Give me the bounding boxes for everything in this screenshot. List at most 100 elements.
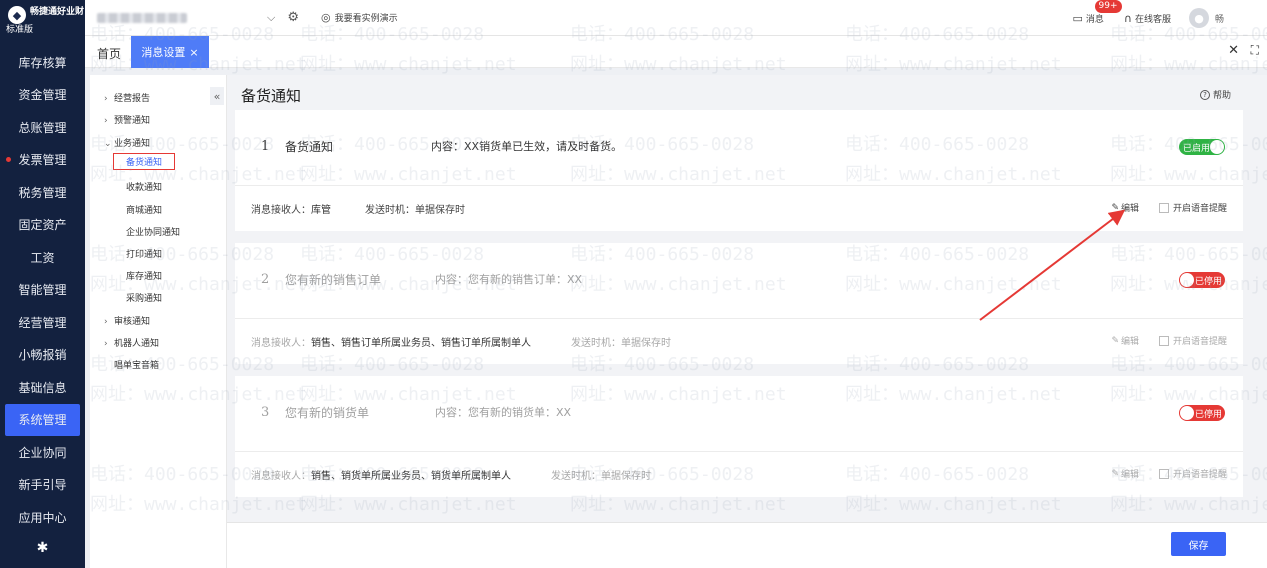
edit-button[interactable]: ✎ 编辑 <box>1111 334 1139 348</box>
notice-number: 1 <box>261 139 270 154</box>
tree-node-label: 业务通知 <box>114 139 151 149</box>
company-name-blurred[interactable] <box>97 12 187 23</box>
sidebar-item-label: 小畅报销 <box>18 348 67 363</box>
edit-button[interactable]: ✎ 编辑 <box>1111 467 1139 481</box>
tree-node-label: 预警通知 <box>114 116 151 126</box>
checkbox-box[interactable] <box>1158 202 1169 213</box>
tree-node-robot[interactable]: › 机器人通知 <box>104 336 159 349</box>
demo-link[interactable]: ◎ 我要看实例演示 <box>321 11 398 24</box>
sidebar-item-fixed-assets[interactable]: 固定资产 <box>0 209 85 242</box>
edit-button[interactable]: ✎ 编辑 <box>1111 201 1139 215</box>
sidebar-item-label: 基础信息 <box>18 380 67 395</box>
sidebar-item-app-center[interactable]: 应用中心 <box>0 501 85 534</box>
page-title: 备货通知 <box>241 87 302 105</box>
help-link[interactable]: ? 帮助 <box>1199 88 1231 101</box>
messages-badge: 99+ <box>1094 0 1122 13</box>
sidebar-item-invoice[interactable]: 发票管理 <box>0 144 85 177</box>
tree-node-print[interactable]: 打印通知 <box>126 247 162 260</box>
sidebar-item-system[interactable]: 系统管理 <box>5 403 80 436</box>
notice-name: 您有新的销货单 <box>285 406 370 420</box>
send-timing: 发送时机：单据保存时 <box>571 334 671 349</box>
tree-node-collab[interactable]: 企业协同通知 <box>126 225 180 238</box>
tree-node-label: 机器人通知 <box>114 339 160 349</box>
tree-node-stock-notice[interactable]: 备货通知 <box>113 153 176 170</box>
tree-node-label: 商城通知 <box>126 206 163 216</box>
receiver-label: 消息接收人： <box>251 205 311 216</box>
checkbox-box[interactable] <box>1158 468 1169 479</box>
sidebar-item-collaboration[interactable]: 企业协同 <box>0 436 85 469</box>
gear-icon[interactable]: ⚙ <box>287 10 299 25</box>
voice-reminder-checkbox[interactable]: 开启语音提醒 <box>1158 201 1227 214</box>
chevron-right-icon: › <box>104 94 108 104</box>
collapse-icon[interactable]: « <box>210 87 224 105</box>
settings-gear-icon[interactable]: ✱ <box>0 532 85 564</box>
receiver-value: 库管 <box>311 205 331 216</box>
tree-node-business-report[interactable]: › 经营报告 <box>104 91 150 104</box>
messages-button[interactable]: ▭ 消息 99+ <box>1073 0 1122 25</box>
tree-node-label: 收款通知 <box>126 183 163 193</box>
save-button[interactable]: 保存 <box>1171 532 1226 556</box>
sidebar-item-guide[interactable]: 新手引导 <box>0 469 85 502</box>
sidebar-item-ledger[interactable]: 总账管理 <box>0 111 85 144</box>
chevron-down-icon[interactable]: ⌵ <box>267 11 275 25</box>
tab-label: 消息设置 <box>141 46 186 59</box>
notice-card-1: 1 备货通知 内容：XX销货单已生效，请及时备货。 已启用 消息接收人：库管 发… <box>235 110 1243 231</box>
status-label: 已停用 <box>1195 276 1223 287</box>
voice-reminder-checkbox[interactable]: 开启语音提醒 <box>1158 467 1227 480</box>
tree-node-business-notice[interactable]: ⌄ 业务通知 <box>104 136 150 149</box>
user-name[interactable]: 畅 <box>1215 12 1267 25</box>
tree-node-purchase[interactable]: 采购通知 <box>126 291 162 304</box>
messages-label: 消息 <box>1085 14 1104 25</box>
sidebar-item-basic-info[interactable]: 基础信息 <box>0 371 85 404</box>
logo-text: 畅捷通好业财 <box>30 7 84 17</box>
tree-node-speaker[interactable]: 唱单宝音箱 <box>114 358 159 371</box>
status-toggle[interactable]: 已停用 <box>1179 272 1225 288</box>
question-icon: ? <box>1199 89 1210 100</box>
tree-node-label: 库存通知 <box>126 272 163 282</box>
send-timing: 发送时机：单据保存时 <box>365 201 465 216</box>
avatar[interactable]: ● <box>1189 8 1209 28</box>
sidebar-item-smart[interactable]: 智能管理 <box>0 274 85 307</box>
online-service-button[interactable]: ∩ 在线客服 <box>1124 12 1171 25</box>
tree-node-label: 经营报告 <box>114 94 151 104</box>
tree-node-inventory[interactable]: 库存通知 <box>126 269 162 282</box>
tab-message-settings[interactable]: 消息设置 × <box>131 36 209 68</box>
sidebar-item-expense[interactable]: 小畅报销 <box>0 339 85 372</box>
sidebar-item-label: 工资 <box>30 250 55 265</box>
voice-label: 开启语音提醒 <box>1172 204 1227 214</box>
status-label: 已启用 <box>1183 143 1211 154</box>
sidebar-item-salary[interactable]: 工资 <box>0 241 85 274</box>
tab-bar: 首页 消息设置 × ✕ ⛶ <box>85 36 1267 68</box>
receiver-value: 销售、销售订单所属业务员、销售订单所属制单人 <box>311 338 531 349</box>
notification-tree: « › 经营报告 › 预警通知 ⌄ 业务通知 备货通知 收款通知 商城通知 企业协同通… <box>90 75 227 568</box>
chevron-down-icon: ⌄ <box>104 139 112 149</box>
send-value: 单据保存时 <box>601 471 651 482</box>
status-toggle[interactable]: 已启用 <box>1179 139 1225 155</box>
window-close-icon[interactable]: ✕ <box>1228 43 1239 58</box>
demo-label: 我要看实例演示 <box>334 14 398 24</box>
sidebar-item-funds[interactable]: 资金管理 <box>0 79 85 112</box>
fullscreen-icon[interactable]: ⛶ <box>1251 43 1259 58</box>
sidebar-item-inventory-accounting[interactable]: 库存核算 <box>0 46 85 79</box>
sidebar-item-label: 固定资产 <box>18 218 67 233</box>
notice-card-2: 2 您有新的销售订单 内容：您有新的销售订单：XX 已停用 消息接收人：销售、销… <box>235 243 1243 364</box>
main-content: 备货通知 ? 帮助 1 备货通知 内容：XX销货单已生效，请及时备货。 已启用 … <box>227 75 1267 568</box>
voice-reminder-checkbox[interactable]: 开启语音提醒 <box>1158 334 1227 347</box>
status-toggle[interactable]: 已停用 <box>1179 405 1225 421</box>
close-icon[interactable]: × <box>189 46 198 59</box>
tab-home[interactable]: 首页 <box>97 45 121 62</box>
notice-card-3: 3 您有新的销货单 内容：您有新的销货单：XX 已停用 消息接收人：销售、销货单… <box>235 376 1243 497</box>
voice-label: 开启语音提醒 <box>1172 470 1227 480</box>
tree-node-audit[interactable]: › 审核通知 <box>104 314 150 327</box>
tree-node-receipt[interactable]: 收款通知 <box>126 180 162 193</box>
edit-icon: ✎ <box>1111 202 1119 213</box>
checkbox-box[interactable] <box>1158 335 1169 346</box>
sidebar-item-tax[interactable]: 税务管理 <box>0 176 85 209</box>
tree-node-warning[interactable]: › 预警通知 <box>104 113 150 126</box>
send-timing: 发送时机：单据保存时 <box>551 467 651 482</box>
notice-number: 2 <box>261 272 270 287</box>
headset-icon: ∩ <box>1123 11 1132 25</box>
tree-node-mall[interactable]: 商城通知 <box>126 203 162 216</box>
sidebar-item-label: 资金管理 <box>18 88 67 103</box>
sidebar-item-operations[interactable]: 经营管理 <box>0 306 85 339</box>
